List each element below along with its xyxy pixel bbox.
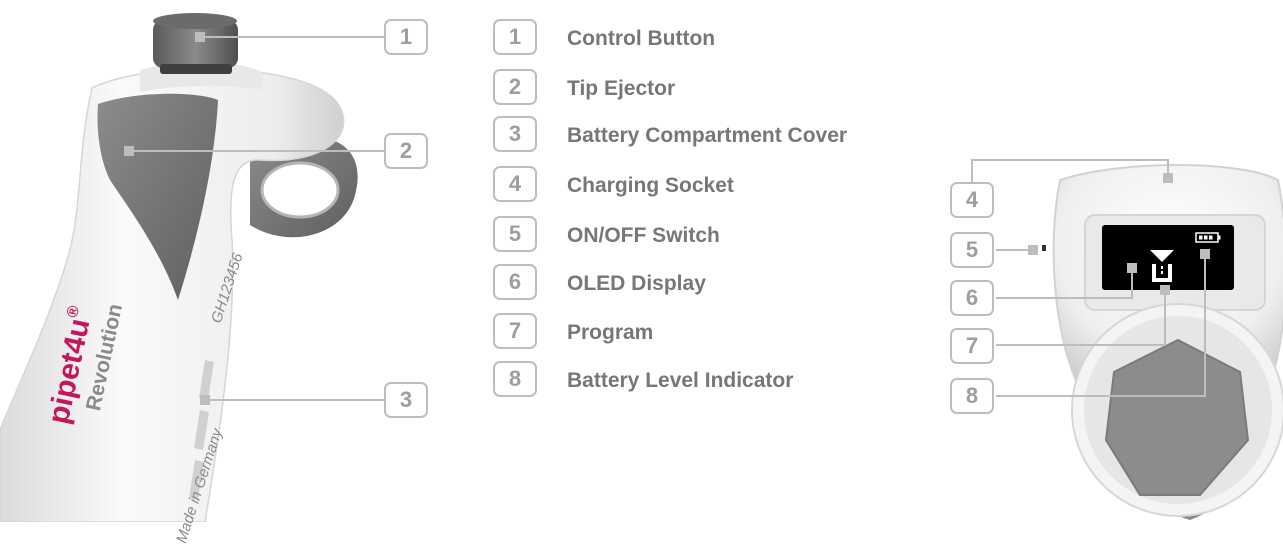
on-off-switch[interactable]: [1042, 245, 1046, 251]
legend-number: 3: [493, 116, 537, 152]
finger-hook-hole: [260, 161, 340, 219]
legend-item-oled-display: 6 OLED Display: [493, 264, 953, 304]
side-callout-1: 1: [384, 19, 428, 55]
legend-label: Battery Level Indicator: [567, 369, 794, 392]
top-callout-4: 4: [950, 182, 994, 218]
side-view-pipette: [0, 13, 358, 522]
legend-number: 1: [493, 19, 537, 55]
top-callout-5: 5: [950, 232, 994, 268]
legend-label: Battery Compartment Cover: [567, 124, 848, 147]
legend-number: 4: [493, 166, 537, 202]
legend-item-program: 7 Program: [493, 313, 953, 353]
legend-number: 2: [493, 69, 537, 105]
legend-label: Tip Ejector: [567, 77, 676, 100]
legend-label: OLED Display: [567, 272, 706, 295]
legend-number: 5: [493, 216, 537, 252]
top-callout-7: 7: [950, 328, 994, 364]
legend-number: 6: [493, 264, 537, 300]
side-callout-2: 2: [384, 133, 428, 169]
legend-number: 7: [493, 313, 537, 349]
legend-label: Control Button: [567, 27, 716, 50]
legend-label: ON/OFF Switch: [567, 224, 720, 247]
legend-item-battery-level: 8 Battery Level Indicator: [493, 361, 953, 401]
legend-item-charging-socket: 4 Charging Socket: [493, 166, 953, 206]
legend-item-battery-cover: 3 Battery Compartment Cover: [493, 116, 953, 156]
legend-item-control-button: 1 Control Button: [493, 19, 953, 59]
top-view-pipette: [1042, 164, 1283, 520]
top-callout-8: 8: [950, 378, 994, 414]
control-button-cap[interactable]: [153, 13, 238, 74]
legend-label: Charging Socket: [567, 174, 734, 197]
legend-label: Program: [567, 321, 654, 344]
legend-number: 8: [493, 361, 537, 397]
legend-item-on-off-switch: 5 ON/OFF Switch: [493, 216, 953, 256]
legend-item-tip-ejector: 2 Tip Ejector: [493, 69, 953, 109]
top-callout-6: 6: [950, 280, 994, 316]
side-callout-3: 3: [384, 382, 428, 418]
